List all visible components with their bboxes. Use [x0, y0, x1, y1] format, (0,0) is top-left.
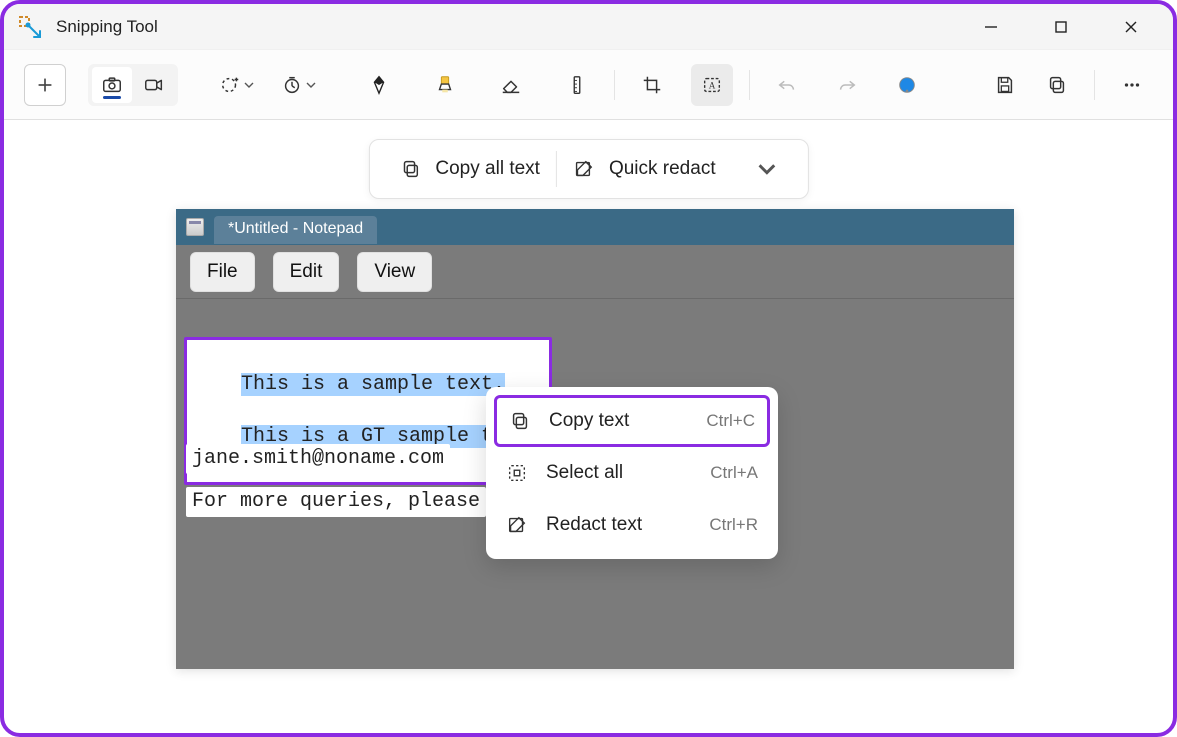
video-mode-button[interactable] — [134, 67, 174, 103]
delay-dropdown[interactable] — [278, 64, 320, 106]
notepad-menubar: File Edit View — [176, 245, 1014, 299]
highlighter-tool-button[interactable] — [424, 64, 466, 106]
select-all-icon — [506, 462, 528, 484]
more-button[interactable] — [1111, 64, 1153, 106]
svg-text:A: A — [709, 80, 716, 90]
copy-all-text-label: Copy all text — [435, 158, 540, 180]
titlebar: Snipping Tool — [4, 4, 1173, 50]
toolbar: A — [4, 50, 1173, 120]
copy-icon — [509, 410, 531, 432]
quick-redact-label: Quick redact — [609, 158, 716, 180]
text-actions-button[interactable]: A — [691, 64, 733, 106]
chevron-down-icon — [243, 79, 255, 91]
context-menu-shortcut: Ctrl+C — [706, 411, 755, 431]
notepad-icon — [186, 218, 204, 236]
app-icon — [18, 15, 42, 39]
ocr-more-block[interactable]: For more queries, please — [186, 487, 486, 517]
context-menu-select-all[interactable]: Select all Ctrl+A — [494, 447, 770, 499]
save-button[interactable] — [984, 64, 1026, 106]
edit-in-paint-button[interactable] — [886, 64, 928, 106]
copy-button[interactable] — [1036, 64, 1078, 106]
new-snip-button[interactable] — [24, 64, 66, 106]
context-menu-copy-text[interactable]: Copy text Ctrl+C — [494, 395, 770, 447]
maximize-button[interactable] — [1039, 9, 1083, 45]
copy-icon — [399, 158, 421, 180]
ruler-tool-button[interactable] — [556, 64, 598, 106]
undo-button[interactable] — [766, 64, 808, 106]
ocr-line-1: This is a sample text. — [241, 373, 505, 396]
quick-redact-button[interactable]: Quick redact — [557, 140, 794, 198]
window-controls — [969, 9, 1165, 45]
crop-tool-button[interactable] — [631, 64, 673, 106]
snip-shape-dropdown[interactable] — [216, 64, 258, 106]
context-menu-shortcut: Ctrl+A — [710, 463, 758, 483]
photo-mode-button[interactable] — [92, 67, 132, 103]
minimize-button[interactable] — [969, 9, 1013, 45]
close-button[interactable] — [1109, 9, 1153, 45]
mode-toggle — [88, 64, 178, 106]
context-menu-shortcut: Ctrl+R — [709, 515, 758, 535]
notepad-menu-edit[interactable]: Edit — [273, 252, 340, 292]
context-menu-label: Select all — [546, 462, 623, 484]
redact-icon — [506, 514, 528, 536]
notepad-menu-file[interactable]: File — [190, 252, 255, 292]
text-action-bar: Copy all text Quick redact — [368, 139, 808, 199]
context-menu-redact-text[interactable]: Redact text Ctrl+R — [494, 499, 770, 551]
pen-tool-button[interactable] — [358, 64, 400, 106]
redact-icon — [573, 158, 595, 180]
copy-all-text-button[interactable]: Copy all text — [383, 140, 556, 198]
notepad-menu-view[interactable]: View — [357, 252, 432, 292]
chevron-down-icon — [756, 158, 778, 180]
context-menu: Copy text Ctrl+C Select all Ctrl+A Redac… — [486, 387, 778, 559]
context-menu-label: Redact text — [546, 514, 642, 536]
chevron-down-icon — [305, 79, 317, 91]
notepad-tab-title: *Untitled - Notepad — [214, 216, 377, 244]
notepad-titlebar: *Untitled - Notepad — [176, 209, 1014, 245]
redo-button[interactable] — [826, 64, 868, 106]
eraser-tool-button[interactable] — [490, 64, 532, 106]
app-title: Snipping Tool — [56, 17, 158, 37]
ocr-email-block[interactable]: jane.smith@noname.com — [186, 444, 450, 474]
context-menu-label: Copy text — [549, 410, 629, 432]
